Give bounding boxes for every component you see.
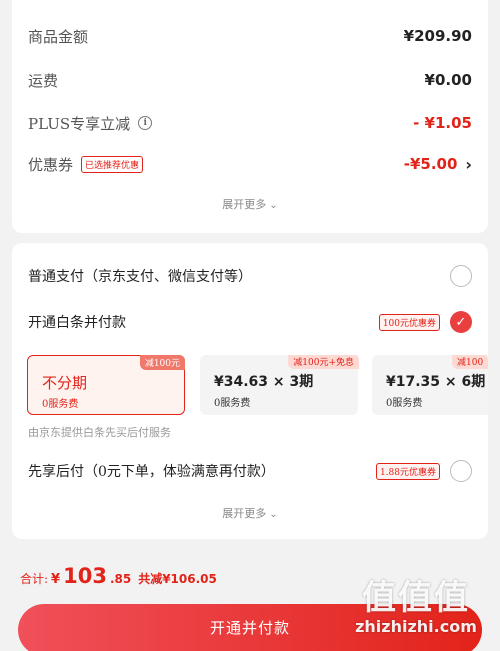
shipping-value: ¥0.00	[424, 71, 472, 89]
baitiao-right-group: 100元优惠券 ✓	[378, 311, 472, 333]
normal-payment-label: 普通支付（京东支付、微信支付等）	[28, 269, 252, 285]
baitiao-payment-option[interactable]: 开通白条并付款 100元优惠券 ✓	[28, 307, 472, 337]
plus-discount-value: - ¥1.05	[413, 114, 472, 132]
provider-note: 由京东提供白条先买后付服务	[28, 426, 171, 439]
plan-title: ¥17.35 × 6期	[386, 374, 486, 390]
plan-fee: 0服务费	[386, 398, 423, 409]
normal-payment-option[interactable]: 普通支付（京东支付、微信支付等）	[28, 261, 472, 291]
goods-amount-label: 商品金额	[28, 27, 89, 46]
goods-amount-row: 商品金额 ¥209.90	[28, 21, 472, 51]
info-icon[interactable]: i	[138, 116, 153, 130]
expand-more-label: 展开更多	[222, 507, 267, 520]
coupon-label: 优惠券	[28, 155, 74, 174]
installment-plan-none[interactable]: 减100元 不分期 0服务费	[27, 355, 185, 415]
total-decimal: .85	[109, 572, 132, 586]
plan-fee: 0服务费	[214, 398, 251, 409]
plan-title: ¥34.63 × 3期	[214, 374, 314, 390]
summary-expand-more[interactable]: 展开更多 ⌄	[12, 196, 488, 212]
plan-badge: 减100元	[139, 355, 185, 370]
total-currency: ¥	[51, 572, 61, 587]
baitiao-payment-radio-checked[interactable]: ✓	[450, 311, 472, 333]
normal-payment-radio[interactable]	[450, 265, 472, 287]
coupon-row[interactable]: 优惠券 已选推荐优惠 -¥5.00 ›	[28, 149, 472, 179]
coupon-recommended-tag: 已选推荐优惠	[81, 155, 144, 173]
plus-discount-label-group: PLUS专享立减 i	[28, 113, 153, 134]
payment-method-card: 普通支付（京东支付、微信支付等） 开通白条并付款 100元优惠券 ✓ 减100元…	[12, 243, 488, 539]
baitiao-coupon-tag: 100元优惠券	[378, 313, 440, 331]
chevron-down-icon: ⌄	[269, 509, 278, 520]
coupon-value: -¥5.00	[403, 155, 458, 173]
pay-later-coupon-tag: 1.88元优惠券	[375, 462, 440, 480]
installment-plan-3[interactable]: 减100元+免息 ¥34.63 × 3期 0服务费	[200, 355, 359, 415]
pay-later-option[interactable]: 先享后付（0元下单，体验满意再付款） 1.88元优惠券	[28, 456, 472, 486]
shipping-label: 运费	[28, 71, 59, 90]
shipping-row: 运费 ¥0.00	[28, 65, 472, 95]
pay-later-right-group: 1.88元优惠券	[375, 460, 472, 482]
total-line: 合计: ¥ 103 .85 共减¥106.05	[20, 564, 217, 588]
chevron-down-icon: ⌄	[269, 200, 278, 211]
watermark-text: zhizhizhi.com	[355, 617, 477, 636]
chevron-right-icon: ›	[465, 154, 472, 174]
total-integer: 103	[63, 564, 107, 588]
order-summary-card: 商品金额 ¥209.90 运费 ¥0.00 PLUS专享立减 i - ¥1.05…	[12, 0, 488, 233]
expand-more-label: 展开更多	[222, 198, 267, 211]
pay-later-label: 先享后付（0元下单，体验满意再付款）	[28, 464, 275, 480]
plus-discount-label: PLUS专享立减	[28, 114, 131, 133]
coupon-value-group: -¥5.00 ›	[404, 155, 472, 174]
total-saved: 共减¥106.05	[138, 572, 217, 586]
installment-plan-6[interactable]: 减100 ¥17.35 × 6期 0服务费	[372, 355, 488, 415]
payment-expand-more[interactable]: 展开更多 ⌄	[12, 505, 488, 521]
watermark: 值值值 zhizhizhi.com	[346, 570, 486, 636]
plan-title: 不分期	[42, 374, 88, 392]
coupon-label-group: 优惠券 已选推荐优惠	[28, 154, 144, 175]
plan-fee: 0服务费	[42, 399, 79, 410]
watermark-logo: 值值值	[362, 578, 470, 618]
plan-badge: 减100元+免息	[288, 355, 359, 369]
baitiao-payment-label: 开通白条并付款	[28, 315, 126, 331]
total-label: 合计:	[20, 572, 49, 586]
plan-badge: 减100	[452, 355, 488, 369]
installment-plan-list: 减100元 不分期 0服务费 减100元+免息 ¥34.63 × 3期 0服务费…	[27, 355, 488, 417]
pay-later-radio[interactable]	[450, 460, 472, 482]
plus-discount-row: PLUS专享立减 i - ¥1.05	[28, 108, 472, 138]
goods-amount-value: ¥209.90	[403, 27, 472, 45]
